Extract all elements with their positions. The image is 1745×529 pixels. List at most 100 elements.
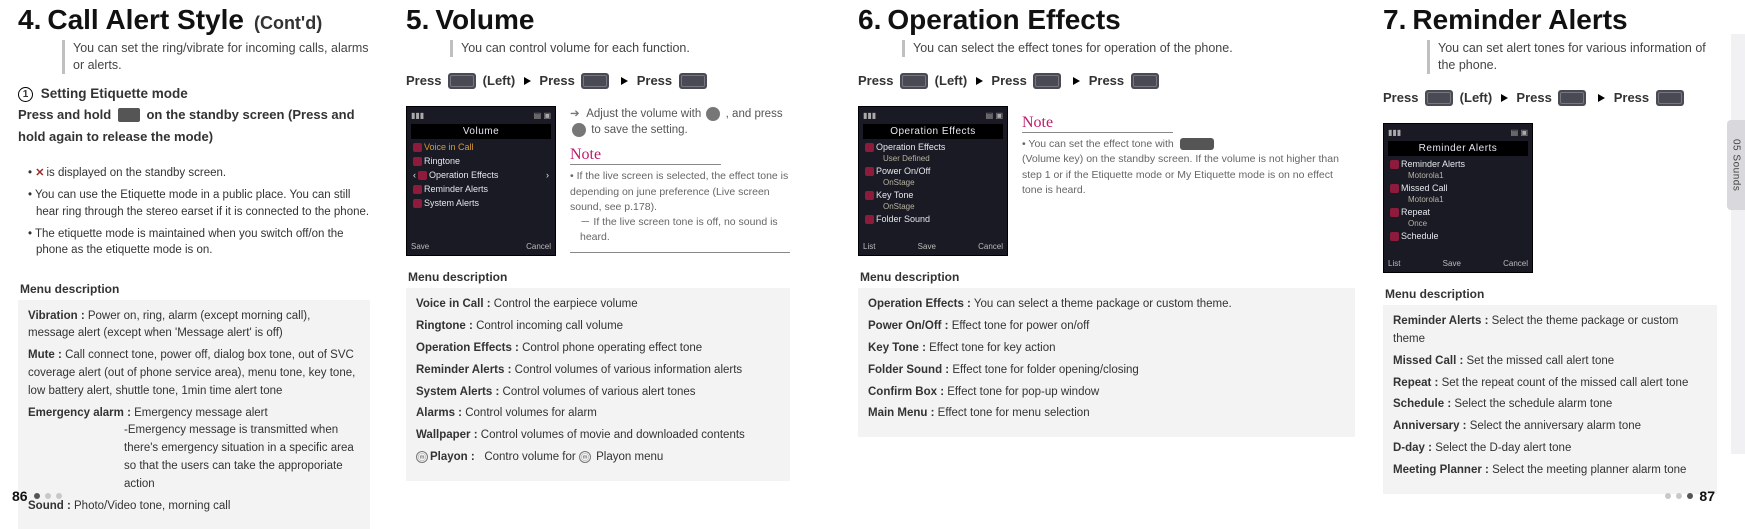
section-operation-effects: 6. Operation Effects You can select the … — [808, 0, 1373, 510]
press-label: Press — [1089, 73, 1124, 88]
soft-key-label: Save — [918, 242, 936, 251]
term-desc: Control the earpiece volume — [494, 298, 638, 310]
term: System Alerts : — [416, 386, 499, 398]
term-desc: Call connect tone, power off, dialog box… — [28, 349, 355, 397]
pager-dots-icon — [34, 493, 62, 499]
screenshot-row: ▮▮▮▤ ▣ Volume Voice in Call Ringtone ‹Op… — [406, 106, 790, 256]
term: Meeting Planner : — [1393, 464, 1489, 476]
term: Reminder Alerts : — [416, 364, 511, 376]
term: Playon : — [430, 451, 475, 463]
soft-key-label: Cancel — [526, 242, 551, 251]
key-sequence: Press (Left) Press Press — [1383, 86, 1717, 109]
term-desc: Playon menu — [596, 451, 663, 463]
term: Key Tone : — [868, 342, 926, 354]
menu-description-label: Menu description — [860, 270, 1355, 284]
term: Voice in Call : — [416, 298, 491, 310]
menu-item: Ringtone — [424, 156, 460, 166]
press-label: Press — [991, 73, 1026, 88]
section-subtitle: You can select the effect tones for oper… — [902, 40, 1355, 57]
page-number-left: 86 — [12, 488, 62, 504]
note-text: (Volume key) on the standby screen. If t… — [1022, 153, 1339, 195]
manual-spread: 4. Call Alert Style (Cont'd) You can set… — [0, 0, 1745, 510]
note-block: Note • You can set the effect tone with … — [1022, 106, 1355, 198]
menu-item: Operation Effects — [876, 142, 945, 152]
press-label: Press — [1516, 90, 1551, 105]
press-label: Press — [858, 73, 893, 88]
adjust-tip: ➔ Adjust the volume with , and press to … — [570, 106, 790, 138]
list-item: The etiquette mode is maintained when yo… — [28, 226, 370, 259]
section-heading: 4. Call Alert Style (Cont'd) — [18, 4, 370, 36]
soft-key-label: List — [863, 242, 875, 251]
ok-key-icon — [572, 123, 586, 137]
soft-key-label: Cancel — [978, 242, 1003, 251]
term: Repeat : — [1393, 377, 1438, 389]
term: Wallpaper : — [416, 429, 478, 441]
term-desc: Effect tone for power on/off — [952, 320, 1090, 332]
adjust-text: Adjust the volume with — [586, 108, 701, 120]
num6-key-icon — [1131, 73, 1159, 89]
key-sequence: Press (Left) Press Press — [858, 69, 1355, 92]
section-title: Volume — [435, 4, 534, 36]
menu-item: Power On/Off — [876, 166, 930, 176]
term-desc: Control volumes of movie and downloaded … — [481, 429, 745, 441]
menu-item-value: OnStage — [863, 178, 1003, 187]
pointer-icon: ➔ — [570, 108, 580, 120]
section-title: Call Alert Style — [47, 4, 244, 36]
menu-item: Schedule — [1401, 231, 1439, 241]
menu-description: Reminder Alerts : Select the theme packa… — [1383, 305, 1717, 494]
screenshot-row: ▮▮▮▤ ▣ Operation Effects Operation Effec… — [858, 106, 1355, 256]
soft-key-icon — [900, 73, 928, 89]
page-number: 87 — [1699, 488, 1715, 504]
num2-key-icon — [1558, 90, 1586, 106]
phone-screenshot-volume: ▮▮▮▤ ▣ Volume Voice in Call Ringtone ‹Op… — [406, 106, 556, 256]
section-number: 5. — [406, 4, 429, 36]
chapter-tab: 05 Sounds — [1727, 120, 1745, 210]
term: Operation Effects : — [868, 298, 971, 310]
soft-key-label: Cancel — [1503, 259, 1528, 268]
adjust-text: , and press — [726, 108, 783, 120]
screen-title: Volume — [411, 124, 551, 139]
section-number: 4. — [18, 4, 41, 36]
menu-item: Voice in Call — [424, 142, 474, 152]
soft-key-label: Save — [1443, 259, 1461, 268]
menu-description-label: Menu description — [408, 270, 790, 284]
list-item: ✕is displayed on the standby screen. — [28, 165, 370, 182]
menu-item: Missed Call — [1401, 183, 1448, 193]
term-desc: Set the repeat count of the missed call … — [1442, 377, 1689, 389]
term-desc-sub: -Emergency message is transmitted when t… — [28, 422, 360, 493]
term: Anniversary : — [1393, 420, 1467, 432]
term: Vibration : — [28, 310, 85, 322]
soft-key-icon — [1425, 90, 1453, 106]
etiquette-notes: ✕is displayed on the standby screen. You… — [18, 165, 370, 264]
term: Missed Call : — [1393, 355, 1463, 367]
menu-description-label: Menu description — [1385, 287, 1717, 301]
section-continued: (Cont'd) — [254, 13, 322, 34]
press-left: (Left) — [483, 73, 516, 88]
arrow-icon — [1073, 77, 1080, 85]
right-margin — [1731, 34, 1745, 454]
section-number: 6. — [858, 4, 881, 36]
term: Ringtone : — [416, 320, 473, 332]
page-number-right: 87 — [1665, 488, 1715, 504]
menu-item: Reminder Alerts — [1401, 159, 1465, 169]
step-badge: 1 — [18, 87, 33, 102]
term-desc: Select the D-day alert tone — [1435, 442, 1571, 454]
m-icon: ⓜ — [416, 451, 428, 463]
term-desc: Select the meeting planner alarm tone — [1492, 464, 1686, 476]
term: Schedule : — [1393, 398, 1451, 410]
note-heading: Note — [570, 146, 721, 165]
soft-key-label: Save — [411, 242, 429, 251]
menu-item: Reminder Alerts — [424, 184, 488, 194]
term-desc: Effect tone for pop-up window — [947, 386, 1099, 398]
pager-dots-icon — [1665, 493, 1693, 499]
menu-description: Vibration : Power on, ring, alarm (excep… — [18, 300, 370, 529]
subsection-etiquette: 1 Setting Etiquette mode — [18, 86, 370, 102]
hold-text-a: Press and hold — [18, 107, 111, 122]
note-rule — [570, 252, 790, 253]
term-desc: Select the anniversary alarm tone — [1470, 420, 1641, 432]
press-label: Press — [406, 73, 441, 88]
term-desc: Effect tone for menu selection — [938, 407, 1090, 419]
term-desc: Select the schedule alarm tone — [1454, 398, 1612, 410]
subsection-title: Setting Etiquette mode — [41, 86, 188, 101]
soft-key-icon — [448, 73, 476, 89]
